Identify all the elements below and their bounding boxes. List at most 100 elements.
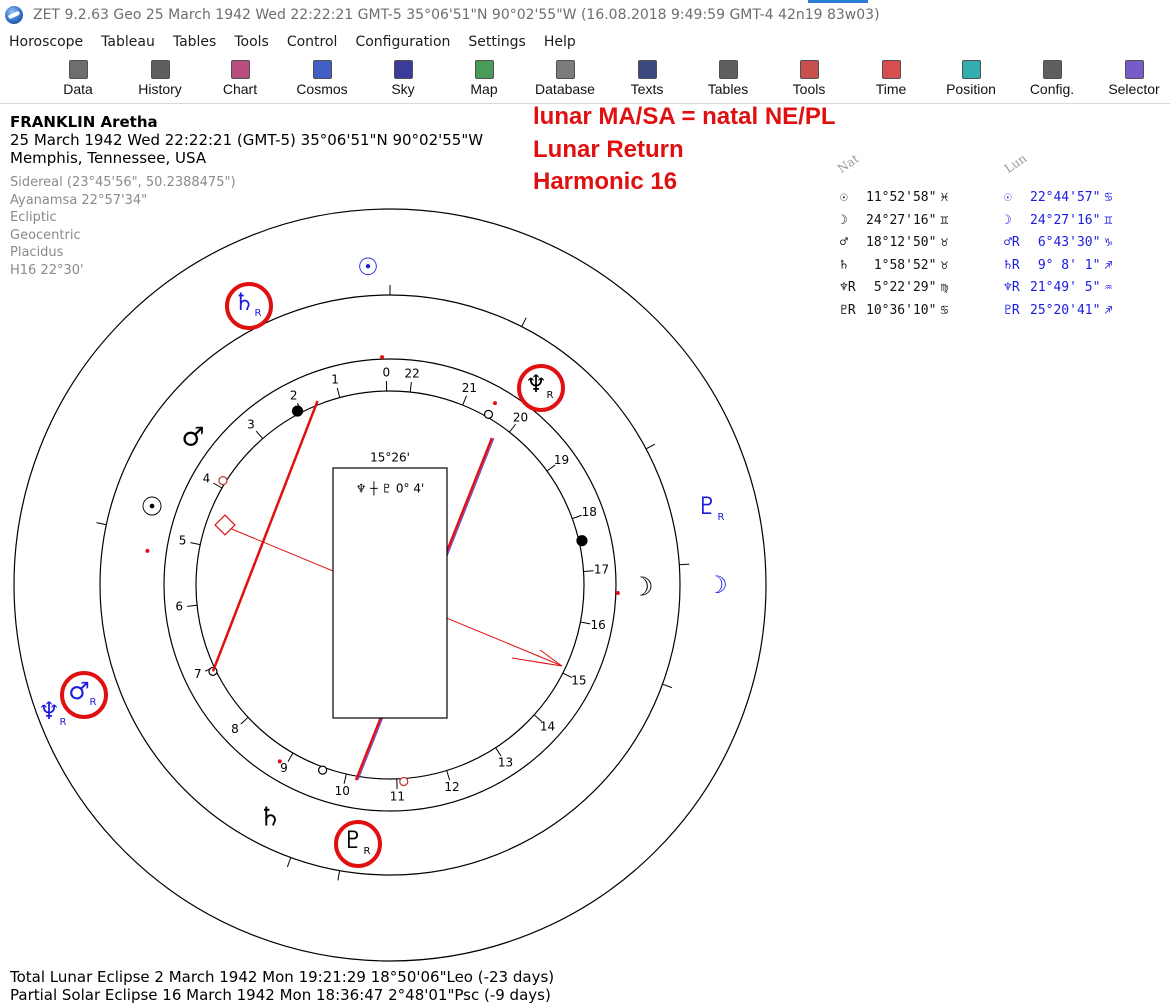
planet-marker	[483, 409, 494, 419]
eclipse-lunar: Total Lunar Eclipse 2 March 1942 Mon 19:…	[10, 968, 555, 986]
nat-sign-glyph: ♊	[940, 212, 949, 228]
toolbar-label: Map	[470, 81, 498, 97]
lun-planet-glyph: ♇R	[1004, 302, 1020, 318]
nat-planet-glyph: ♂	[840, 235, 848, 250]
app-icon	[5, 6, 23, 24]
nat-position-value: 5°22'29"	[866, 280, 937, 295]
aspect-box-degree: 15°26'	[370, 451, 410, 465]
config-icon	[1042, 60, 1062, 79]
menu-tableau[interactable]: Tableau	[92, 34, 164, 50]
house-number: 0	[382, 366, 390, 380]
menu-control[interactable]: Control	[278, 34, 347, 50]
lun-position-row: ☉ 22°44'57" ♋	[1004, 190, 1112, 210]
toolbar-selector-button[interactable]: Selector	[1094, 58, 1170, 102]
lun-position-value: 6°43'30"	[1030, 235, 1101, 250]
toolbar-sky-button[interactable]: Sky	[363, 58, 443, 102]
title-bar: ZET 9.2.63 Geo 25 March 1942 Wed 22:22:2…	[0, 0, 1170, 30]
person-datetime: 25 March 1942 Wed 22:22:21 (GMT-5) 35°06…	[10, 131, 484, 149]
planet-connector	[521, 317, 527, 327]
planet-marker	[218, 476, 228, 486]
lun-position-value: 24°27'16"	[1030, 212, 1101, 228]
planet-connector	[337, 870, 341, 881]
house-tick	[409, 382, 412, 393]
house-tick	[240, 716, 249, 725]
toolbar-label: History	[138, 81, 182, 97]
outer-planet-glyph: ☽	[706, 571, 728, 599]
menu-horoscope[interactable]: Horoscope	[0, 34, 92, 50]
lun-position-value: 25°20'41"	[1030, 302, 1101, 318]
toolbar-label: Time	[875, 81, 907, 97]
house-tick	[190, 542, 201, 546]
house-number: 14	[540, 719, 555, 733]
lun-sign-glyph: ♋	[1104, 190, 1113, 205]
aspect-box	[332, 467, 448, 719]
nat-position-row: ♂ 18°12'50" ♉	[840, 235, 948, 255]
house-tick	[255, 430, 264, 439]
outer-planet-glyph: ♆	[525, 370, 547, 398]
planet-connector	[286, 857, 292, 868]
toolbar-label: Config.	[1029, 81, 1075, 97]
toolbar-cosmos-button[interactable]: Cosmos	[282, 58, 362, 102]
house-number: 6	[175, 600, 183, 614]
toolbar-chart-button[interactable]: Chart	[200, 58, 280, 102]
retrograde-mark: R	[364, 846, 371, 857]
map-icon	[474, 60, 494, 79]
history-icon	[150, 60, 170, 79]
retrograde-mark: R	[60, 717, 67, 728]
red-dot	[145, 548, 150, 553]
planet-marker	[291, 405, 304, 417]
toolbar-label: Selector	[1108, 81, 1160, 97]
planet-marker	[576, 535, 588, 547]
inner-planet-glyph: ♂	[181, 423, 204, 453]
lun-position-row: ☽ 24°27'16" ♊	[1004, 213, 1112, 233]
toolbar-history-button[interactable]: History	[120, 58, 200, 102]
toolbar-texts-button[interactable]: Texts	[607, 58, 687, 102]
toolbar-label: Data	[63, 81, 93, 97]
position-icon	[961, 60, 981, 79]
nat-position-row: ♄ 1°58'52" ♉	[840, 258, 948, 278]
person-place: Memphis, Tennessee, USA	[10, 149, 207, 167]
menu-configuration[interactable]: Configuration	[346, 34, 459, 50]
nat-position-value: 11°52'58"	[866, 190, 937, 205]
house-number: 5	[179, 533, 187, 547]
toolbar-time-button[interactable]: Time	[851, 58, 931, 102]
toolbar-map-button[interactable]: Map	[444, 58, 524, 102]
lun-planet-glyph: ♆R	[1004, 280, 1020, 295]
house-tick	[287, 752, 294, 762]
red-dot	[277, 759, 282, 764]
menu-tools[interactable]: Tools	[225, 34, 278, 50]
menu-help[interactable]: Help	[535, 34, 585, 50]
house-number: 19	[554, 453, 569, 467]
lun-position-row: ♇R 25°20'41" ♐	[1004, 303, 1112, 323]
lun-planet-glyph: ☉	[1004, 190, 1012, 205]
outer-planet-glyph: ♂	[68, 677, 90, 705]
window-title: ZET 9.2.63 Geo 25 March 1942 Wed 22:22:2…	[33, 7, 880, 23]
house-tick	[446, 770, 451, 781]
toolbar-tools-button[interactable]: Tools	[769, 58, 849, 102]
toolbar-tables-button[interactable]: Tables	[688, 58, 768, 102]
inner-planet-glyph: ☉	[140, 493, 163, 523]
nat-planet-glyph: ♇R	[840, 302, 856, 318]
aspect-box-text: ♆ ┼ ♇ 0° 4'	[356, 481, 425, 496]
house-tick	[580, 621, 591, 625]
sky-icon	[393, 60, 413, 79]
house-tick	[509, 423, 516, 433]
menu-settings[interactable]: Settings	[459, 34, 534, 50]
retrograde-mark: R	[90, 697, 97, 708]
menu-tables[interactable]: Tables	[164, 34, 226, 50]
toolbar-database-button[interactable]: Database	[525, 58, 605, 102]
lun-position-value: 9° 8' 1"	[1030, 257, 1101, 273]
house-tick	[583, 570, 594, 572]
retrograde-mark: R	[718, 512, 725, 523]
nat-position-value: 24°27'16"	[866, 212, 937, 228]
toolbar-config-button[interactable]: Config.	[1012, 58, 1092, 102]
red-dot	[380, 355, 385, 360]
lun-position-value: 21°49' 5"	[1030, 280, 1101, 295]
toolbar-label: Position	[946, 81, 996, 97]
house-number: 9	[280, 761, 288, 775]
house-number: 17	[594, 563, 609, 577]
toolbar-position-button[interactable]: Position	[931, 58, 1011, 102]
lun-position-row: ♆R 21°49' 5" ♒	[1004, 280, 1112, 300]
toolbar-data-button[interactable]: Data	[38, 58, 118, 102]
house-number: 10	[335, 784, 350, 798]
